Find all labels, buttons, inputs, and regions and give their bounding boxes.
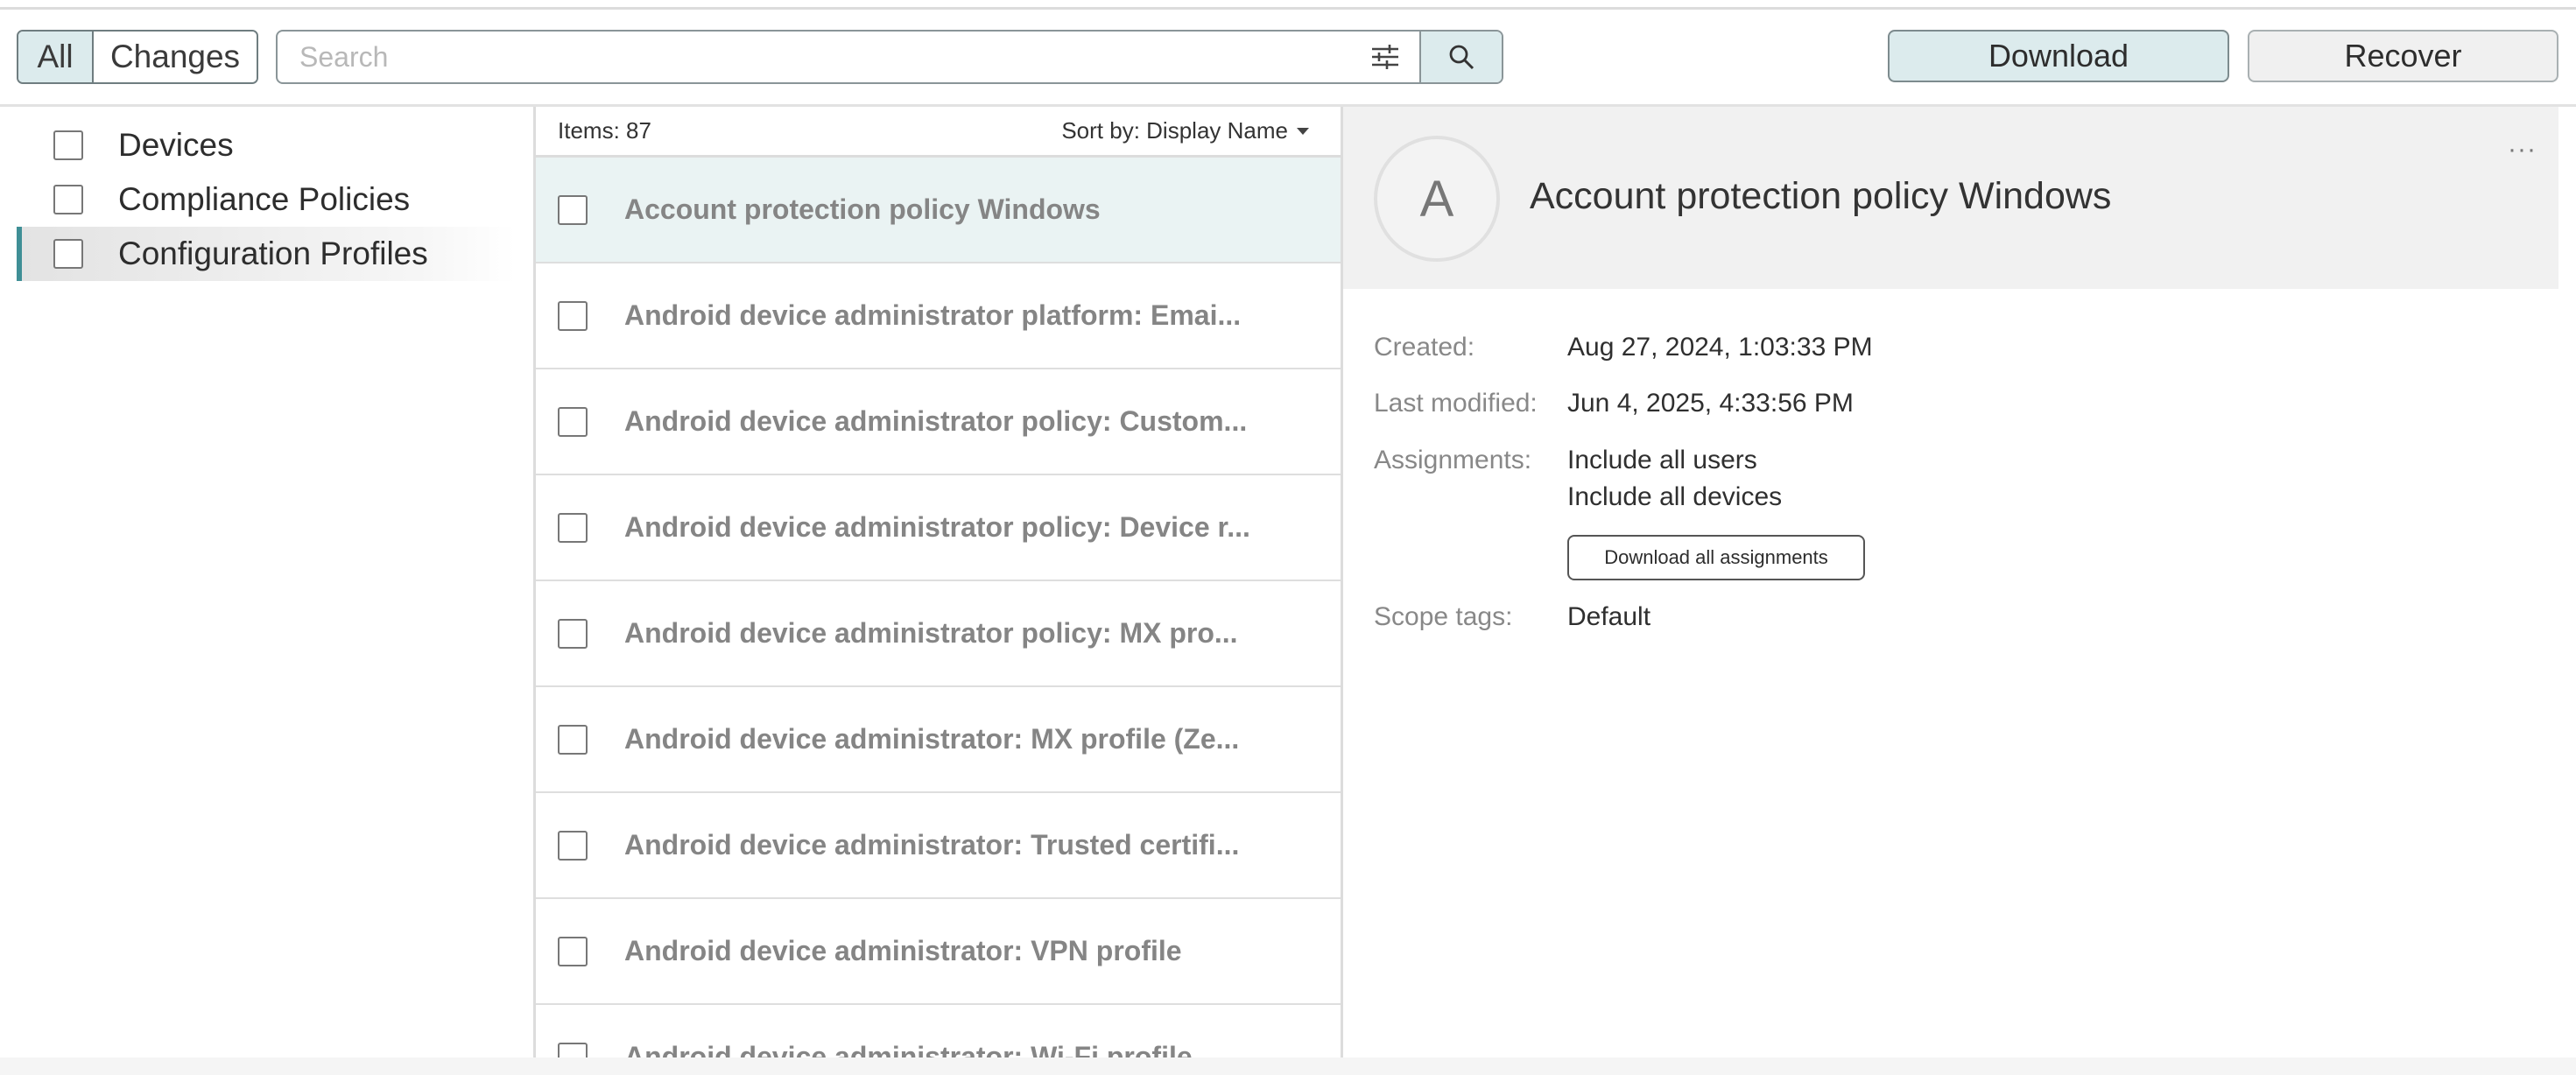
item-list: Items: 87 Sort by: Display Name Account …: [533, 107, 1343, 1057]
recover-button[interactable]: Recover: [2248, 30, 2558, 82]
tree-item-label: Configuration Profiles: [118, 235, 428, 271]
magnifier-icon: [1449, 45, 1475, 70]
modified-value: Jun 4, 2025, 4:33:56 PM: [1567, 389, 1854, 418]
assignment-value: Include all users: [1567, 446, 1757, 474]
search-box: [276, 30, 1503, 84]
checkbox[interactable]: [53, 185, 83, 214]
scope-tags-label: Scope tags:: [1374, 602, 1513, 631]
list-header: Items: 87 Sort by: Display Name: [536, 107, 1341, 158]
list-item-label: Android device administrator policy: Cus…: [624, 405, 1248, 437]
all-tab[interactable]: All: [18, 32, 94, 82]
detail-header: A Account protection policy Windows ···: [1343, 107, 2558, 289]
modified-label: Last modified:: [1374, 389, 1538, 418]
checkbox[interactable]: [53, 239, 83, 269]
list-item[interactable]: Android device administrator: VPN profil…: [536, 899, 1341, 1005]
download-button[interactable]: Download: [1888, 30, 2229, 82]
checkbox[interactable]: [558, 406, 588, 437]
tree-item-label: Compliance Policies: [118, 181, 411, 217]
checkbox[interactable]: [558, 724, 588, 755]
avatar: A: [1374, 136, 1500, 262]
sort-dropdown[interactable]: Sort by: Display Name: [1061, 117, 1309, 144]
list-item-label: Android device administrator policy: MX …: [624, 617, 1238, 649]
checkbox[interactable]: [53, 130, 83, 160]
download-assignments-button[interactable]: Download all assignments: [1567, 535, 1865, 580]
tree-item-configuration-profiles[interactable]: Configuration Profiles: [17, 227, 516, 281]
checkbox[interactable]: [558, 300, 588, 331]
search-input[interactable]: [278, 32, 1351, 82]
sliders-icon: [1372, 45, 1398, 69]
checkbox[interactable]: [558, 194, 588, 225]
list-item[interactable]: Android device administrator: Trusted ce…: [536, 793, 1341, 899]
checkbox[interactable]: [558, 512, 588, 543]
assignment-value: Include all devices: [1567, 482, 1783, 511]
list-item-label: Android device administrator: VPN profil…: [624, 935, 1182, 966]
ellipsis-icon[interactable]: ···: [2508, 135, 2537, 165]
bottom-strip: [0, 1057, 2576, 1075]
list-item[interactable]: Android device administrator policy: Cus…: [536, 369, 1341, 475]
list-item[interactable]: Android device administrator policy: MX …: [536, 581, 1341, 687]
checkbox[interactable]: [558, 830, 588, 861]
changes-tab[interactable]: Changes: [94, 32, 257, 82]
list-item-label: Android device administrator platform: E…: [624, 299, 1242, 331]
list-item[interactable]: Android device administrator policy: Dev…: [536, 475, 1341, 581]
filter-button[interactable]: [1351, 32, 1421, 82]
list-item-label: Android device administrator: MX profile…: [624, 723, 1240, 755]
category-tree: Devices Compliance Policies Configuratio…: [17, 118, 516, 281]
checkbox[interactable]: [558, 1042, 588, 1057]
caret-down-icon: [1297, 127, 1309, 135]
created-label: Created:: [1374, 333, 1475, 362]
view-toggle: All Changes: [17, 30, 258, 84]
created-value: Aug 27, 2024, 1:03:33 PM: [1567, 333, 1873, 362]
detail-title: Account protection policy Windows: [1530, 175, 2112, 217]
list-item[interactable]: Account protection policy Windows: [536, 158, 1341, 263]
list-item[interactable]: Android device administrator: Wi-Fi prof…: [536, 1005, 1341, 1057]
items-count: Items: 87: [558, 117, 651, 144]
list-item[interactable]: Android device administrator platform: E…: [536, 263, 1341, 369]
list-item-label: Android device administrator: Wi-Fi prof…: [624, 1041, 1193, 1057]
list-item-label: Android device administrator policy: Dev…: [624, 511, 1250, 543]
assignments-label: Assignments:: [1374, 446, 1532, 474]
checkbox[interactable]: [558, 936, 588, 966]
list-item[interactable]: Android device administrator: MX profile…: [536, 687, 1341, 793]
top-divider: [0, 7, 2576, 10]
list-item-label: Account protection policy Windows: [624, 193, 1101, 225]
scope-tags-value: Default: [1567, 602, 1651, 631]
tree-item-compliance-policies[interactable]: Compliance Policies: [17, 172, 516, 227]
search-button[interactable]: [1421, 32, 1502, 82]
tree-item-label: Devices: [118, 127, 234, 163]
checkbox[interactable]: [558, 618, 588, 649]
list-item-label: Android device administrator: Trusted ce…: [624, 829, 1240, 861]
sort-label: Sort by: Display Name: [1061, 117, 1288, 144]
detail-panel: A Account protection policy Windows ··· …: [1343, 107, 2558, 1057]
tree-item-devices[interactable]: Devices: [17, 118, 516, 172]
